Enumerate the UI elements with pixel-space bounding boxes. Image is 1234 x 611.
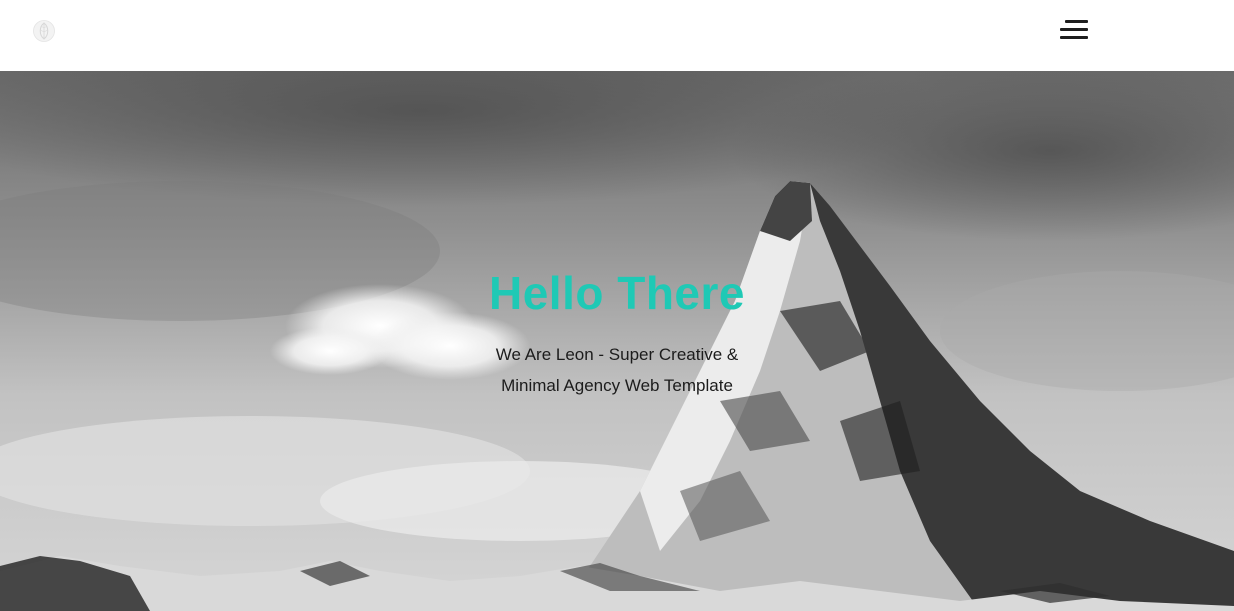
menu-line bbox=[1065, 20, 1088, 23]
site-header bbox=[0, 0, 1234, 71]
leaf-logo-icon[interactable] bbox=[33, 20, 55, 42]
hero-content: Hello There We Are Leon - Super Creative… bbox=[0, 71, 1234, 611]
hero-subtitle: We Are Leon - Super Creative & Minimal A… bbox=[495, 345, 739, 395]
hero-section: Hello There We Are Leon - Super Creative… bbox=[0, 71, 1234, 611]
hamburger-menu-icon[interactable] bbox=[1058, 17, 1092, 43]
menu-line bbox=[1060, 28, 1088, 31]
hero-title: Hello There bbox=[488, 267, 745, 319]
menu-line bbox=[1060, 36, 1088, 39]
